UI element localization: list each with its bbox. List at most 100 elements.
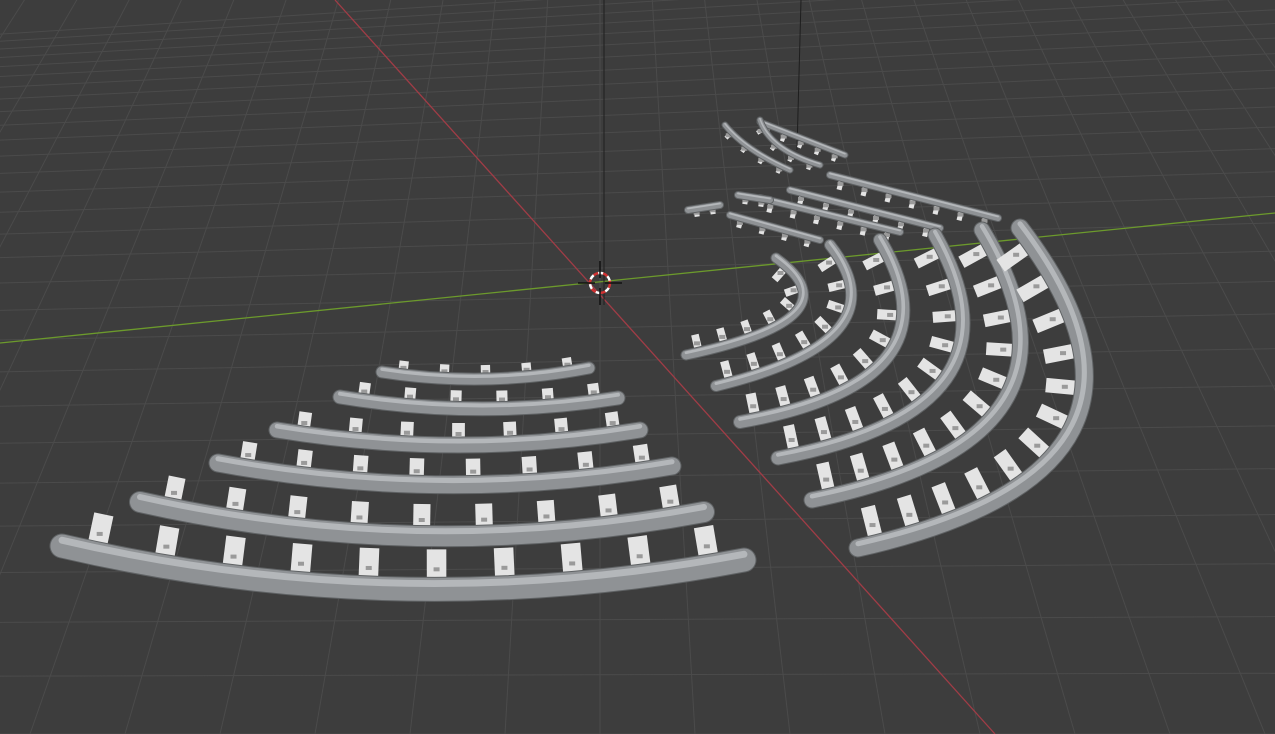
tie-plate [1013, 252, 1020, 257]
tie-plate [638, 455, 645, 460]
tie-plate [909, 200, 916, 205]
tie-plate [790, 210, 797, 215]
tie-plate [1053, 416, 1060, 421]
tie-plate [881, 406, 888, 411]
tie-plate [997, 315, 1004, 320]
tie-plate [908, 390, 915, 395]
tie-plate [885, 194, 892, 199]
tie-plate [455, 431, 462, 436]
tie-plate [294, 510, 301, 515]
tie-plate [923, 443, 930, 448]
tie-plate [790, 288, 797, 293]
tie-plate [873, 215, 880, 220]
tie-plate [810, 387, 817, 392]
tie-plate [835, 305, 842, 310]
tie-plate [938, 284, 945, 289]
tie-plate [418, 518, 425, 523]
tie-plate [569, 561, 576, 566]
tie-plate [163, 544, 170, 549]
tie-plate [826, 260, 833, 265]
grid-line [1018, 0, 1275, 553]
tie-plate [857, 468, 864, 473]
tie-plate [944, 314, 951, 319]
grid-line [0, 672, 1275, 677]
grid-line [1227, 0, 1275, 69]
tie-plate [230, 554, 237, 559]
curved-track-left[interactable] [268, 411, 649, 454]
tie-plate [1061, 384, 1068, 389]
curved-track-left[interactable] [332, 381, 626, 417]
tie-plate [96, 531, 103, 536]
tie-plate [862, 359, 869, 364]
tie-plate [357, 466, 364, 471]
tie-plate [879, 338, 886, 343]
tie-plate [988, 283, 995, 288]
tie-plate [823, 203, 830, 208]
tie-plate [526, 467, 533, 472]
tie-plate [884, 285, 891, 290]
grid-line [0, 9, 1275, 78]
straight-track-piece[interactable] [726, 211, 824, 248]
tie-plate [609, 421, 616, 426]
tie-plate [719, 334, 726, 339]
tie-plate [298, 561, 305, 566]
grid-line [0, 126, 1275, 174]
tie-plate [245, 453, 252, 458]
grid-line [124, 0, 339, 734]
tie-plate [365, 565, 372, 570]
tie-plate [433, 567, 440, 572]
tie-plate [1049, 317, 1056, 322]
grid-line [0, 0, 681, 42]
tie-plate [798, 196, 805, 201]
grid-line [0, 0, 1020, 58]
grid-line [0, 171, 1275, 213]
tie-plate [822, 324, 829, 329]
grid-line [0, 23, 1275, 88]
x-axis-line [334, 0, 996, 734]
tie-plate [470, 469, 477, 474]
grid-line [0, 69, 1275, 126]
tie-plate [993, 377, 1000, 382]
tie-plate [823, 477, 830, 482]
tie-plate [861, 188, 868, 193]
tie-plate [232, 501, 239, 506]
rail-highlight [729, 212, 821, 240]
tie-plate [301, 421, 308, 426]
tie-plate [813, 215, 820, 220]
tie-plate [837, 375, 844, 380]
tie-plate [301, 460, 308, 465]
tie-plate [767, 204, 774, 209]
viewport-canvas[interactable] [0, 0, 1275, 734]
track-objects[interactable] [49, 116, 1094, 602]
tie-plate [786, 303, 793, 308]
tie-plate [605, 508, 612, 513]
grid-line [861, 0, 1076, 734]
tie-plate [481, 517, 488, 522]
tie-plate [507, 430, 514, 435]
tie-plate [352, 427, 359, 432]
tie-plate [976, 485, 983, 490]
tie-plate [452, 397, 459, 402]
tie-plate [744, 327, 751, 332]
grid-line [0, 37, 1275, 100]
tie-plate [413, 469, 420, 474]
tie-plate [780, 397, 787, 402]
tie-plate [356, 515, 363, 520]
tie-plate [1000, 347, 1007, 352]
tie-plate [788, 437, 795, 442]
tie-plate [767, 317, 774, 322]
grid-line [0, 280, 1275, 311]
tie-plate [1007, 466, 1014, 471]
tie-plate [801, 340, 808, 345]
tie-plate [820, 430, 827, 435]
tie-plate [667, 499, 674, 504]
straight-track-piece[interactable] [684, 201, 724, 218]
straight-track-piece[interactable] [734, 191, 774, 208]
tie-plate [957, 212, 964, 217]
tie-plate [777, 270, 784, 275]
grid-line [0, 53, 1275, 113]
3d-viewport[interactable] [0, 0, 1275, 734]
tie-plate [906, 512, 913, 517]
tie-plate [933, 206, 940, 211]
tie-plate [898, 222, 905, 227]
